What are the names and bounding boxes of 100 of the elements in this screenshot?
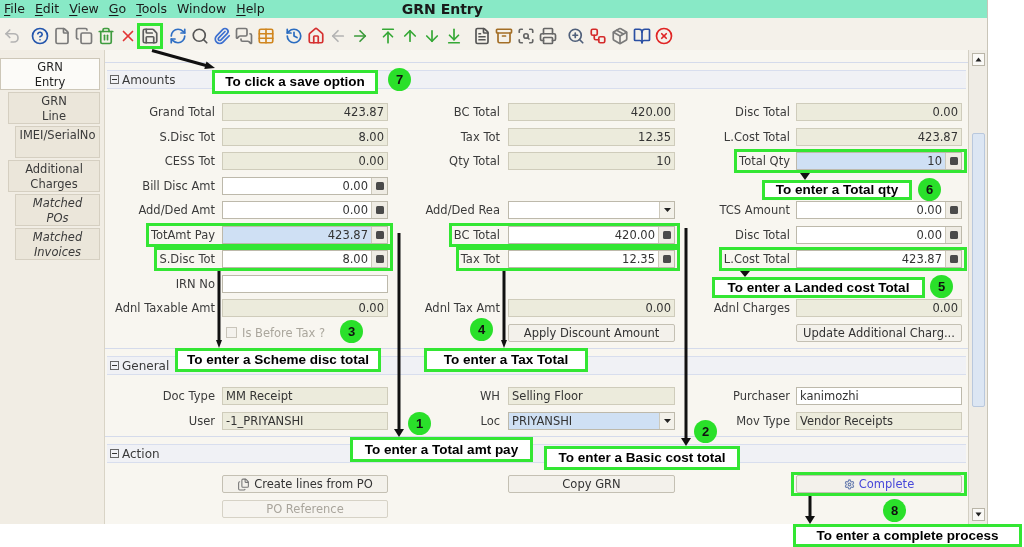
number-field[interactable]: 0.00 xyxy=(222,176,388,195)
calculator-button[interactable] xyxy=(371,226,387,243)
caret-icon xyxy=(663,418,671,423)
action-button[interactable]: Create lines from PO xyxy=(222,475,388,493)
number-field[interactable]: 12.35 xyxy=(508,127,675,146)
action-button[interactable]: Apply Discount Amount xyxy=(508,323,675,342)
number-field[interactable]: 0.00 xyxy=(222,152,388,170)
field-label: Disc Total xyxy=(735,227,790,242)
number-field[interactable]: 0.00 xyxy=(222,201,388,219)
field-label: Disc Total xyxy=(735,105,790,119)
tab[interactable]: Matched POs xyxy=(15,194,100,226)
field-label: Loc xyxy=(480,413,500,428)
calculator-button[interactable] xyxy=(371,177,387,194)
number-field[interactable]: 0.00 xyxy=(796,201,962,219)
search-icon[interactable] xyxy=(191,27,209,45)
text-field[interactable]: kanimozhi xyxy=(796,387,962,405)
section-title[interactable]: Action xyxy=(122,446,160,461)
number-field[interactable]: 0.00 xyxy=(796,103,962,121)
number-field[interactable]: 423.87 xyxy=(796,127,962,146)
home-icon[interactable] xyxy=(307,27,325,45)
printer-icon[interactable] xyxy=(539,27,557,45)
archive-icon[interactable] xyxy=(495,27,513,45)
action-button[interactable]: Update Additional Charg... xyxy=(796,323,962,342)
history-icon[interactable] xyxy=(285,27,303,45)
menu-item[interactable]: View xyxy=(69,1,99,17)
close-icon[interactable] xyxy=(655,27,673,45)
number-field[interactable]: 8.00 xyxy=(222,127,388,146)
calculator-button[interactable] xyxy=(658,226,674,243)
tab[interactable]: GRN Entry xyxy=(0,58,100,90)
tab[interactable]: Matched Invoices xyxy=(15,228,100,260)
calculator-button[interactable] xyxy=(945,251,961,267)
scrollbar-thumb[interactable] xyxy=(971,133,985,407)
field-label: BC Total xyxy=(453,227,500,242)
trash-icon[interactable] xyxy=(97,27,115,45)
zoom-in-icon[interactable] xyxy=(567,27,585,45)
text-document-icon[interactable] xyxy=(473,27,491,45)
calculator-button[interactable] xyxy=(945,226,961,243)
tab[interactable]: GRN Line xyxy=(8,92,100,124)
field-label: WH xyxy=(479,389,500,403)
scrollbar[interactable] xyxy=(968,50,987,524)
field-label: Grand Total xyxy=(149,105,215,119)
dropdown[interactable]: PRIYANSHI xyxy=(508,411,675,430)
menu-item[interactable]: Tools xyxy=(136,1,167,17)
package-icon[interactable] xyxy=(611,27,629,45)
calculator-button[interactable] xyxy=(658,251,674,267)
number-field[interactable]: 10 xyxy=(508,152,675,170)
number-field[interactable]: 423.87 xyxy=(222,103,388,121)
scan-search-icon[interactable] xyxy=(517,27,535,45)
text-field[interactable]: Vendor Receipts xyxy=(796,411,962,430)
number-field[interactable]: 0.00 xyxy=(222,299,388,317)
menu-item[interactable]: Edit xyxy=(34,1,60,17)
new-document-icon[interactable] xyxy=(53,27,71,45)
menu-item[interactable]: File xyxy=(4,1,25,17)
number-field[interactable]: 420.00 xyxy=(508,103,675,121)
calculator-button[interactable] xyxy=(371,202,387,218)
dropdown-button[interactable] xyxy=(659,202,674,218)
menu-item[interactable]: Window xyxy=(176,1,227,17)
action-button[interactable]: Copy GRN xyxy=(508,475,675,493)
menu-item[interactable]: Help xyxy=(236,1,265,17)
field-label: TotAmt Pay xyxy=(150,227,215,242)
paperclip-icon[interactable] xyxy=(213,27,231,45)
callout: To enter a complete process xyxy=(793,524,1022,547)
calculator-button[interactable] xyxy=(945,153,961,169)
number-field[interactable]: 423.87 xyxy=(222,225,388,244)
pointer-arrow xyxy=(805,496,815,524)
workflow-icon[interactable] xyxy=(589,27,607,45)
number-field[interactable]: 12.35 xyxy=(508,250,675,268)
number-field[interactable]: 0.00 xyxy=(796,225,962,244)
arrow-to-top-icon[interactable] xyxy=(379,27,397,45)
collapse-icon[interactable] xyxy=(110,449,119,458)
copy-icon[interactable] xyxy=(75,27,93,45)
collapse-icon[interactable] xyxy=(110,75,119,84)
refresh-icon[interactable] xyxy=(169,27,187,45)
arrow-to-bottom-icon[interactable] xyxy=(445,27,463,45)
help-icon[interactable] xyxy=(31,27,49,45)
callout: To enter a Basic cost total xyxy=(544,446,740,470)
number-field[interactable]: 8.00 xyxy=(222,250,388,268)
right-arrow-icon[interactable] xyxy=(351,27,369,45)
section-title[interactable]: General xyxy=(122,358,170,373)
tab[interactable]: IMEI/SerialNo xyxy=(15,126,100,158)
number-field[interactable]: 0.00 xyxy=(508,299,675,317)
text-field[interactable] xyxy=(222,274,388,293)
number-field[interactable]: 10 xyxy=(796,152,962,170)
action-button[interactable]: Complete xyxy=(796,475,962,493)
calculator-button[interactable] xyxy=(371,251,387,267)
text-field[interactable]: Selling Floor xyxy=(508,387,675,405)
tab[interactable]: Additional Charges xyxy=(8,160,100,192)
number-field[interactable]: 0.00 xyxy=(796,299,962,317)
number-field[interactable]: 420.00 xyxy=(508,225,675,244)
calculator-button[interactable] xyxy=(945,202,961,218)
book-icon[interactable] xyxy=(633,27,651,45)
section-title[interactable]: Amounts xyxy=(122,72,176,87)
menu-item[interactable]: Go xyxy=(108,1,127,17)
text-field[interactable]: -1_PRIYANSHI xyxy=(222,411,388,430)
text-field[interactable]: MM Receipt xyxy=(222,387,388,405)
table-icon[interactable] xyxy=(257,27,275,45)
collapse-icon[interactable] xyxy=(110,361,119,370)
number-field[interactable]: 423.87 xyxy=(796,250,962,268)
dropdown-button[interactable] xyxy=(659,412,674,429)
chat-icon[interactable] xyxy=(235,27,253,45)
